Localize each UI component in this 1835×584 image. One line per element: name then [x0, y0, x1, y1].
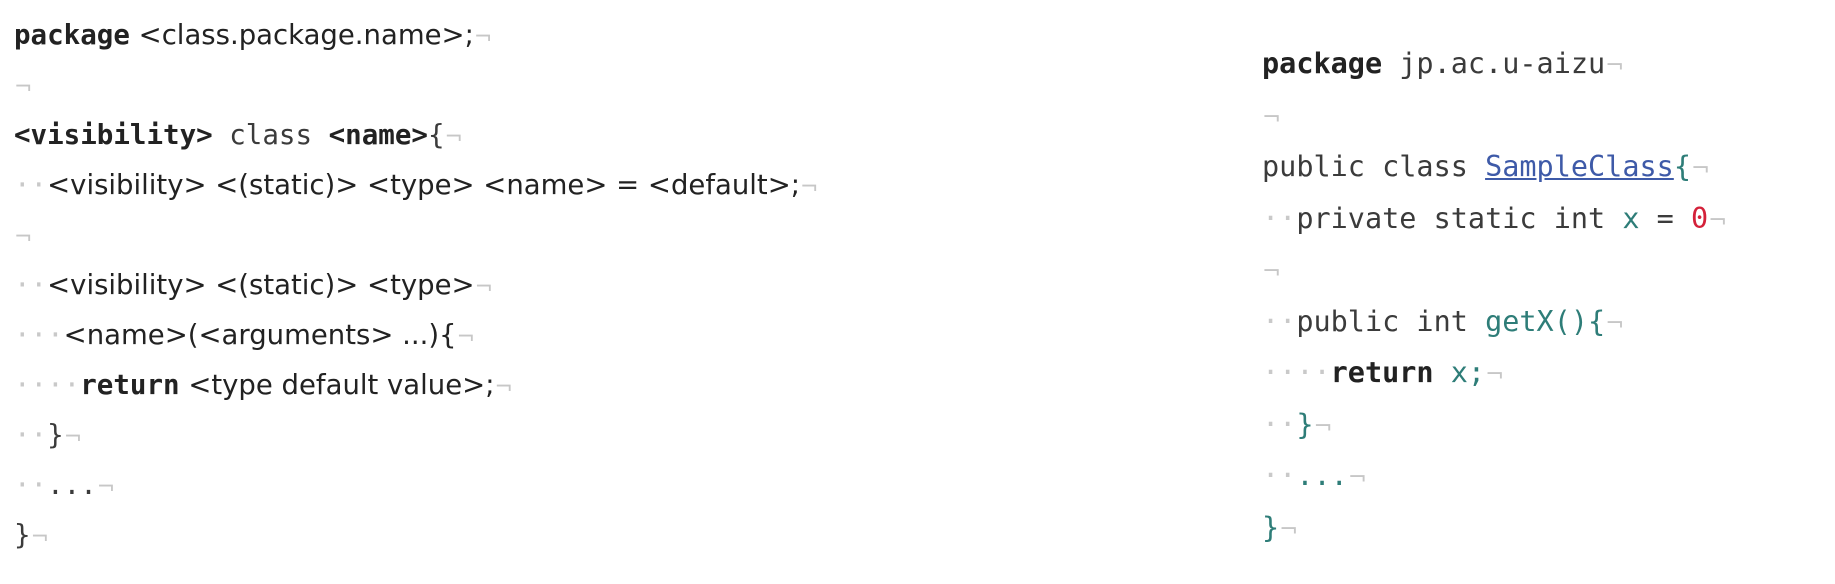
line-end-marker: ¬ — [1262, 259, 1282, 285]
indent-marker: ···· — [14, 369, 81, 401]
line-end-marker: ¬ — [800, 175, 819, 200]
code-token: } — [14, 519, 31, 551]
code-token: private static int — [1296, 201, 1623, 235]
line-end-marker: ¬ — [30, 525, 49, 550]
code-line: ··public int getX(){¬ — [1262, 296, 1727, 348]
line-end-marker: ¬ — [1605, 53, 1625, 79]
identifier-token: } — [1296, 407, 1314, 441]
code-token: public class — [1262, 150, 1486, 183]
line-end-marker: ¬ — [14, 225, 33, 250]
code-line: public class SampleClass{¬ — [1262, 141, 1727, 193]
placeholder-token: <class.package.name>; — [129, 19, 474, 51]
line-end-marker: ¬ — [14, 75, 33, 100]
identifier-token: x — [1622, 201, 1640, 235]
code-line: }¬ — [1262, 502, 1727, 554]
indent-marker: ·· — [14, 419, 48, 451]
placeholder-token: <type default value>; — [179, 369, 495, 401]
code-token: { — [427, 119, 445, 151]
indent-marker: ·· — [1262, 459, 1297, 492]
code-line: ····return x;¬ — [1262, 347, 1727, 399]
code-line: package <class.package.name>;¬ — [14, 10, 818, 60]
keyword-token: <name> — [328, 119, 428, 151]
code-token: ... — [47, 469, 97, 501]
line-end-marker: ¬ — [444, 125, 463, 150]
indent-marker: ···· — [1262, 356, 1331, 389]
identifier-token: ... — [1296, 459, 1348, 492]
identifier-token: } — [1262, 510, 1280, 544]
line-end-marker: ¬ — [1485, 362, 1505, 388]
keyword-token: <visibility> — [14, 119, 213, 151]
code-token: = — [1639, 201, 1691, 235]
code-line: ··<visibility> <(static)> <type> <name> … — [14, 160, 818, 210]
code-line: ¬ — [14, 60, 818, 110]
code-line: ··<visibility> <(static)> <type>¬ — [14, 260, 818, 310]
indent-marker: ·· — [14, 169, 48, 201]
code-line: ¬ — [1262, 90, 1727, 142]
line-end-marker: ¬ — [474, 275, 494, 300]
code-line: ··...¬ — [14, 460, 818, 510]
identifier-token: x; — [1433, 356, 1486, 389]
line-end-marker: ¬ — [473, 25, 493, 50]
keyword-token: return — [1330, 356, 1434, 389]
placeholder-token: <visibility> <(static)> <type> <name> = … — [47, 169, 801, 201]
indent-marker: ·· — [14, 269, 48, 301]
placeholder-token: <visibility> <(static)> <type> — [47, 269, 475, 301]
code-line: }¬ — [14, 510, 818, 560]
keyword-token: package — [1262, 47, 1383, 80]
code-line: <visibility> class <name>{¬ — [14, 110, 818, 160]
indent-marker: ·· — [1262, 407, 1297, 441]
code-line: ····return <type default value>;¬ — [14, 360, 818, 410]
identifier-token: getX(){ — [1485, 304, 1606, 338]
code-line: ¬ — [14, 210, 818, 260]
code-line: ··}¬ — [14, 410, 818, 460]
line-end-marker: ¬ — [96, 475, 116, 500]
line-end-marker: ¬ — [1279, 516, 1299, 543]
code-token: public int — [1296, 304, 1486, 338]
keyword-token: package — [14, 19, 130, 51]
line-end-marker: ¬ — [456, 325, 475, 350]
line-end-marker: ¬ — [1690, 156, 1711, 182]
line-end-marker: ¬ — [63, 425, 83, 450]
line-end-marker: ¬ — [1605, 310, 1625, 337]
line-end-marker: ¬ — [1313, 413, 1333, 440]
line-end-marker: ¬ — [494, 375, 513, 400]
example-code-panel: package jp.ac.u-aizu¬ ¬ public class Sampl… — [1262, 38, 1727, 553]
code-token: } — [47, 419, 64, 451]
code-token: class — [212, 119, 329, 151]
indent-marker: ·· — [1262, 201, 1297, 235]
indent-marker: ·· — [1262, 304, 1297, 338]
identifier-token: { — [1673, 150, 1691, 183]
number-literal: 0 — [1691, 201, 1709, 235]
code-line: ¬ — [1262, 244, 1727, 296]
line-end-marker: ¬ — [1347, 465, 1367, 491]
class-name-link[interactable]: SampleClass — [1485, 150, 1674, 183]
template-code-panel: package <class.package.name>;¬ ¬ <visibili… — [14, 10, 818, 560]
code-line: ··}¬ — [1262, 399, 1727, 451]
keyword-token: return — [80, 369, 180, 401]
line-end-marker: ¬ — [1708, 207, 1728, 234]
code-line: ···<name>(<arguments> ...){¬ — [14, 310, 818, 360]
code-line: ··...¬ — [1262, 450, 1727, 502]
line-end-marker: ¬ — [1262, 104, 1282, 131]
code-line: package jp.ac.u-aizu¬ — [1262, 38, 1727, 90]
placeholder-token: <name>(<arguments> ...){ — [63, 319, 457, 351]
indent-marker: ··· — [14, 319, 64, 351]
indent-marker: ·· — [14, 469, 48, 501]
code-token: jp.ac.u-aizu — [1382, 47, 1606, 80]
code-line: ··private static int x = 0¬ — [1262, 193, 1727, 245]
